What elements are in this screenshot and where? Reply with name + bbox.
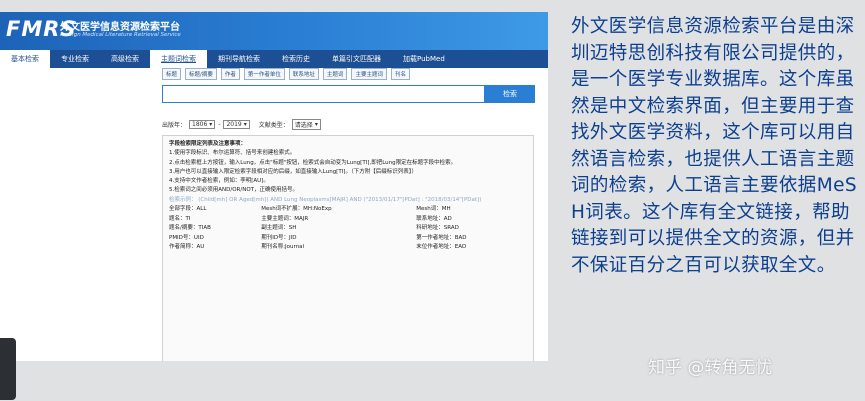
table-cell: Mesh词：MH [416, 206, 451, 213]
field-button-title[interactable]: 标题 [162, 68, 182, 80]
tab-advanced-search[interactable]: 高级检索 [100, 50, 150, 68]
chevron-down-icon: ▾ [243, 121, 247, 128]
table-cell: 全部字段：ALL [169, 206, 207, 213]
table-cell: 期刊名称:Journal [261, 244, 305, 251]
table-cell: 科研地址：SRAD [416, 225, 459, 232]
field-button-contact-address[interactable]: 联系地址 [288, 68, 319, 80]
field-button-row: 标题 标题/摘要 作者 第一作者单位 联系地址 主题词 主要主题词 刊名 [162, 68, 410, 80]
table-cell: 作者简称：AU [169, 244, 205, 251]
tab-subject-search[interactable]: 主题词检索 [150, 50, 207, 68]
search-tips-panel: 字段检索限定列表及注意事项： 1.使用字段标识、布尔运算符、括号来创建检索式。 … [162, 135, 534, 361]
year-label: 出版年： [162, 122, 187, 129]
tab-load-pubmed[interactable]: 加载PubMed [392, 50, 456, 68]
search-input[interactable] [162, 85, 485, 103]
field-button-author[interactable]: 作者 [220, 68, 240, 80]
year-to-select[interactable]: 2019 ▾ [223, 120, 250, 129]
chevron-down-icon: ▾ [209, 121, 213, 128]
table-cell: 期刊ID号：JID [261, 234, 297, 241]
tab-search-history[interactable]: 检索历史 [271, 50, 321, 68]
year-to-value: 2019 [226, 121, 242, 128]
field-button-title-abstract[interactable]: 标题/摘要 [185, 68, 217, 80]
table-cell: 题名/摘要：TIAB [169, 225, 211, 232]
field-tag-table: 全部字段：ALL Mesh词不扩展：MH:NoExp Mesh词：MH 题名：TI 主… [169, 205, 527, 253]
field-button-first-author-affiliation[interactable]: 第一作者单位 [243, 68, 285, 80]
filter-row: 出版年： 1806 ▾ - 2019 ▾ 文献类型： 请选择 ▾ [162, 119, 321, 130]
tip-line: 1.使用字段标识、布尔运算符、括号来创建检索式。 [169, 150, 296, 157]
tip-line: 3.用户也可以直接输入限定检索字段相对应的后缀，如直接输入Lung[TI]。（下… [169, 168, 417, 175]
table-row: 作者简称：AU 期刊名称:Journal 末位作者地址：EAD [169, 243, 527, 253]
search-button[interactable]: 检索 [485, 85, 535, 103]
tab-label: 高级检索 [111, 55, 139, 63]
side-handle[interactable] [0, 338, 16, 400]
tip-line: 5.检索词之间必须用AND/OR/NOT，正确使用括号。 [169, 187, 299, 194]
description-text: 外文医学信息资源检索平台是由深圳迈特思创科技有限公司提供的，是一个医学专业数据库… [571, 16, 857, 276]
table-cell: 副主题词：SH [261, 225, 297, 232]
doc-type-value: 请选择 [294, 122, 313, 129]
table-cell: 主要主题词：MAJR [261, 215, 309, 222]
tab-professional-search[interactable]: 专业检索 [50, 50, 100, 68]
tab-label: 单篇引文匹配器 [332, 55, 381, 63]
table-cell: Mesh词不扩展：MH:NoExp [261, 206, 332, 213]
example-query: (Child[mh] OR Aged[mh]) AND Lung Neoplas… [198, 196, 482, 203]
tab-basic-search[interactable]: 基本检索 [0, 50, 50, 68]
tab-label: 期刊导航检索 [218, 55, 260, 63]
table-cell: 末位作者地址：EAD [416, 244, 467, 251]
table-row: 全部字段：ALL Mesh词不扩展：MH:NoExp Mesh词：MH [169, 205, 527, 215]
platform-title: 外文医学信息资源检索平台 [60, 22, 180, 33]
tab-journal-navigation[interactable]: 期刊导航检索 [207, 50, 271, 68]
table-cell: 题名：TI [169, 215, 191, 222]
doc-type-label: 文献类型： [258, 122, 289, 129]
field-button-subject-heading[interactable]: 主题词 [322, 68, 348, 80]
table-cell: PMID号：UID [169, 234, 204, 241]
year-from-value: 1806 [192, 121, 208, 128]
field-button-major-subject[interactable]: 主要主题词 [351, 68, 387, 80]
chevron-down-icon: ▾ [314, 121, 318, 128]
doc-type-select[interactable]: 请选择 ▾ [291, 119, 321, 130]
tab-label: 加载PubMed [403, 55, 445, 63]
tip-line: 4.支持中文作者检索，例如：李明[AU]。 [169, 178, 269, 185]
table-row: 题名/摘要：TIAB 副主题词：SH 科研地址：SRAD [169, 224, 527, 234]
table-row: PMID号：UID 期刊ID号：JID 第一作者地址：BAD [169, 234, 527, 244]
field-button-journal[interactable]: 刊名 [390, 68, 410, 80]
tab-label: 专业检索 [61, 55, 89, 63]
tips-heading: 字段检索限定列表及注意事项： [169, 141, 247, 147]
tab-label: 主题词检索 [161, 55, 196, 63]
platform-subtitle: Foreign Medical Literature Retrieval Ser… [60, 32, 181, 38]
example-label: 检索示例： [169, 196, 197, 203]
year-from-select[interactable]: 1806 ▾ [189, 120, 216, 129]
table-cell: 第一作者地址：BAD [416, 234, 467, 241]
table-cell: 联系地址：AD [416, 215, 452, 222]
tab-citation-matcher[interactable]: 单篇引文匹配器 [321, 50, 392, 68]
screenshot-panel: FMRS 外文医学信息资源检索平台 Foreign Medical Litera… [0, 12, 548, 361]
tab-label: 检索历史 [282, 55, 310, 63]
tip-line: 2.点击检索框上方按钮，输入Lung，点击"标题"按钮，检索式会自动变为Lung… [169, 159, 457, 166]
header-banner: FMRS 外文医学信息资源检索平台 Foreign Medical Litera… [0, 12, 548, 50]
tab-label: 基本检索 [11, 55, 39, 63]
year-separator: - [218, 121, 221, 128]
main-nav: 基本检索 专业检索 高级检索 主题词检索 期刊导航检索 检索历史 单篇引文匹配器… [0, 50, 548, 68]
table-row: 题名：TI 主要主题词：MAJR 联系地址：AD [169, 215, 527, 225]
search-example: 检索示例： (Child[mh] OR Aged[mh]) AND Lung N… [169, 196, 527, 205]
watermark: 知乎 @转角无忧 [648, 358, 773, 378]
